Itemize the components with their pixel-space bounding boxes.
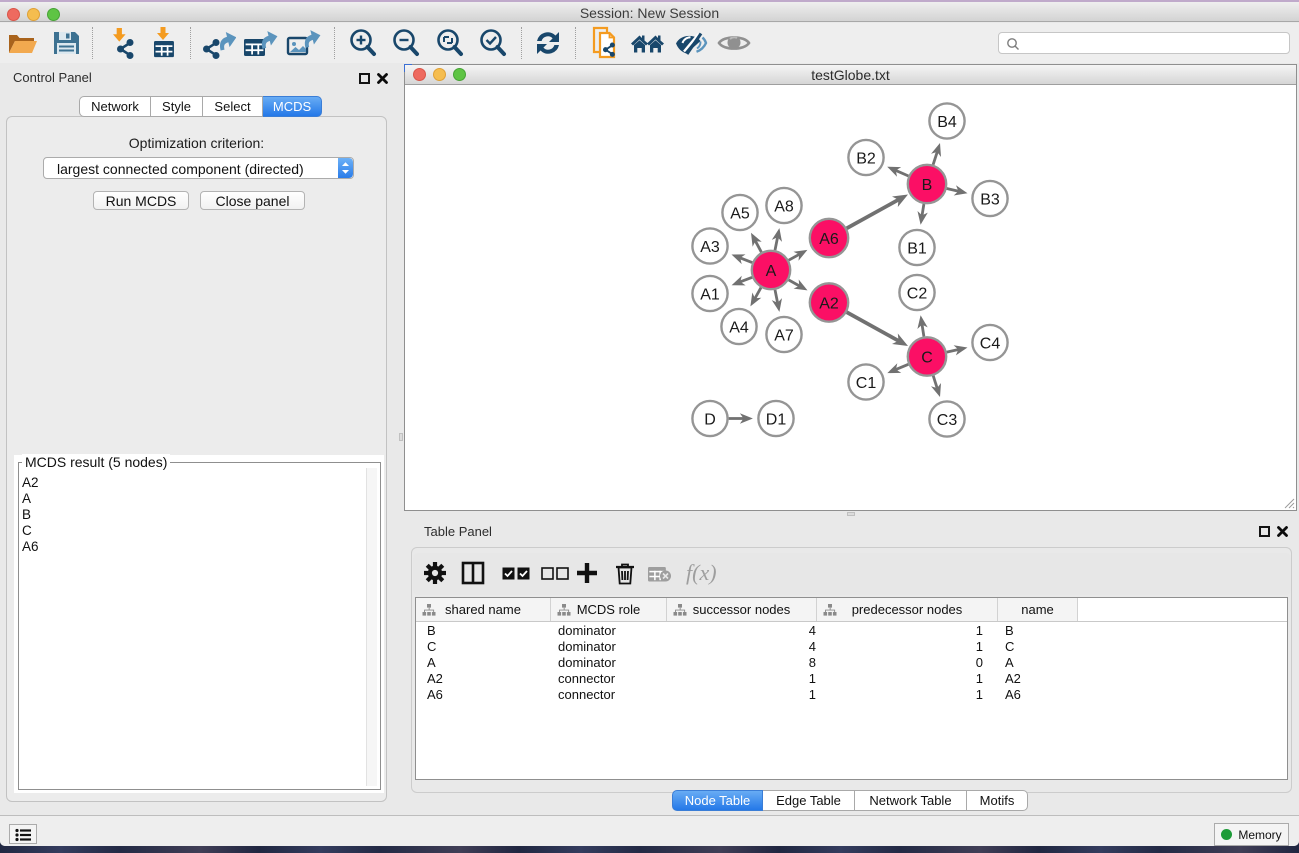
svg-text:A5: A5 (730, 206, 750, 223)
svg-text:D1: D1 (766, 412, 787, 429)
svg-text:D: D (704, 412, 716, 429)
svg-text:A: A (766, 263, 777, 280)
svg-text:B4: B4 (937, 114, 957, 131)
svg-text:A4: A4 (729, 320, 749, 337)
svg-text:C2: C2 (907, 286, 928, 303)
svg-text:B3: B3 (980, 192, 1000, 209)
svg-text:C: C (921, 350, 933, 367)
svg-text:C4: C4 (980, 336, 1001, 353)
svg-text:C3: C3 (937, 412, 958, 429)
svg-text:A3: A3 (700, 239, 720, 256)
svg-text:A2: A2 (819, 296, 839, 313)
svg-text:A1: A1 (700, 287, 720, 304)
svg-text:A8: A8 (774, 199, 794, 216)
svg-text:A7: A7 (774, 328, 794, 345)
svg-text:B: B (922, 177, 933, 194)
svg-text:A6: A6 (819, 231, 839, 248)
svg-text:B1: B1 (907, 241, 927, 258)
svg-text:C1: C1 (856, 375, 877, 392)
svg-text:B2: B2 (856, 151, 876, 168)
